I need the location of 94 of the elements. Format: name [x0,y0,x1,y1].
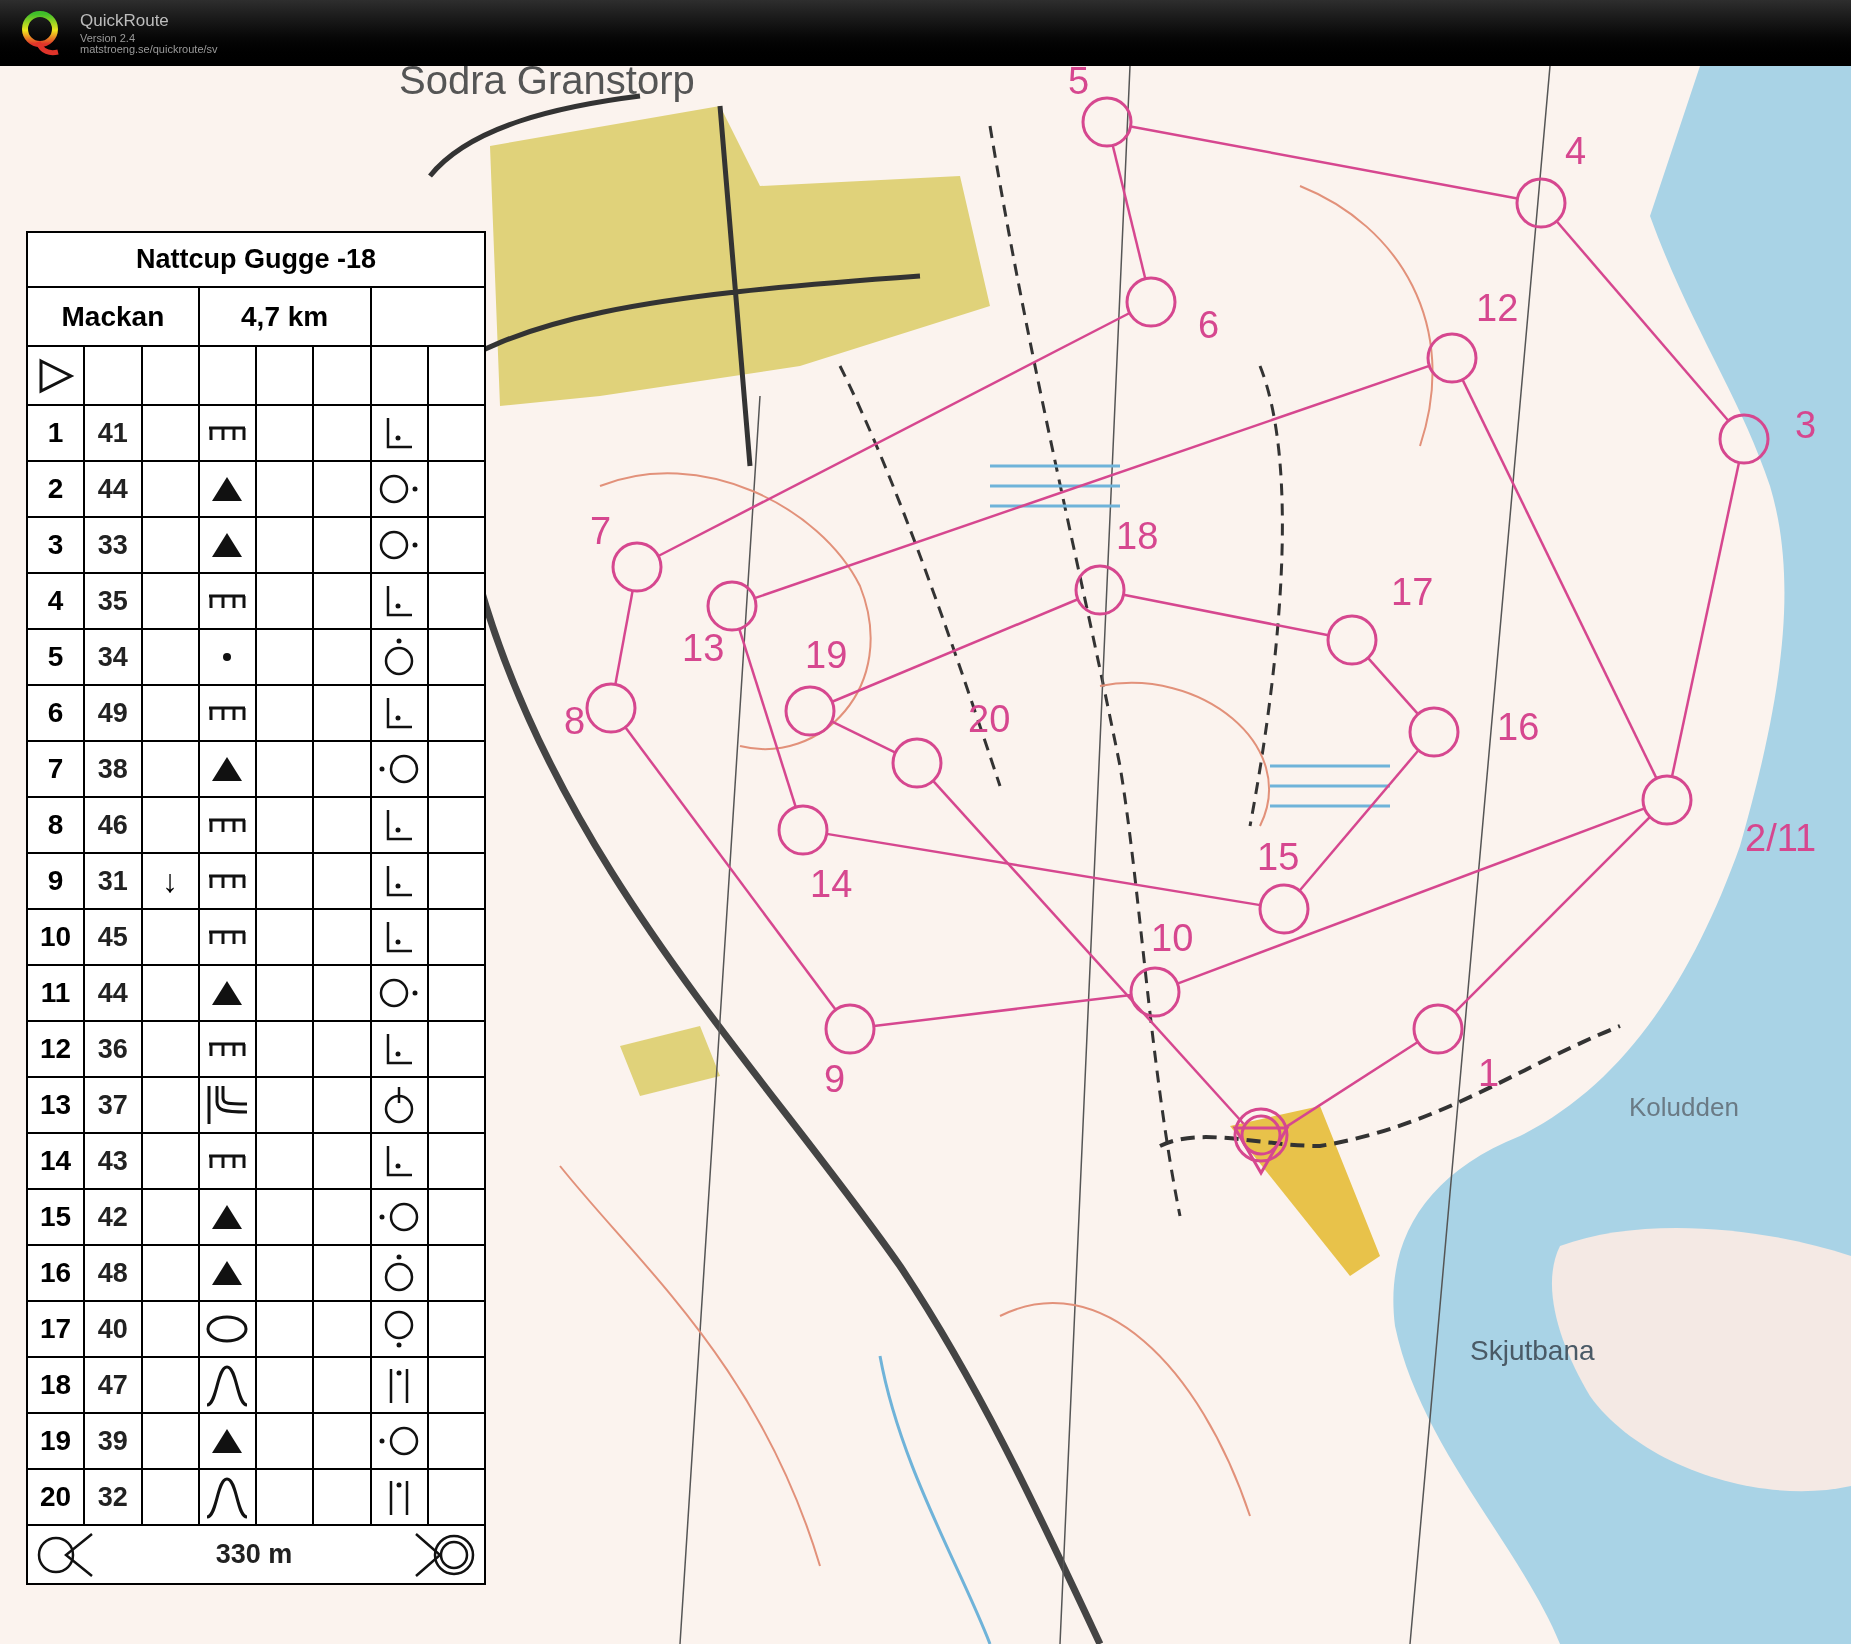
event-title: Nattcup Gugge -18 [28,233,486,288]
control-code: 41 [85,406,143,462]
control-code: 46 [85,798,143,854]
control-number: 10 [1151,917,1194,959]
control-number: 18 [1116,515,1159,557]
control-number: 20 [968,698,1011,740]
control-circle [1258,883,1310,935]
control-code: 48 [85,1246,143,1302]
finish-double-circle-icon [414,1531,476,1578]
control-code: 44 [85,462,143,518]
control-number: 16 [28,1246,86,1302]
control-circle [824,1003,876,1055]
control-circle [784,685,836,737]
control-number: 19 [28,1414,86,1470]
control-number: 1 [1478,1052,1500,1094]
control-circle [611,541,663,593]
control-number: 5 [28,630,86,686]
control-number: 13 [682,627,725,669]
control-number: 7 [590,510,612,552]
control-number: 2/11 [1745,817,1817,859]
control-number: 17 [28,1302,86,1358]
table-cell [142,347,200,406]
control-number: 9 [824,1058,846,1100]
control-number: 9 [28,854,86,910]
app-title: QuickRoute [80,11,170,29]
control-code: 38 [85,742,143,798]
control-code: 47 [85,1358,143,1414]
control-circle [1412,1003,1464,1055]
control-code: 37 [85,1078,143,1134]
control-circle [1081,96,1133,148]
control-number: 6 [1198,304,1220,346]
control-number: 3 [28,518,86,574]
control-code: 40 [85,1302,143,1358]
course-length: 4,7 km [199,288,372,347]
control-code: 42 [85,1190,143,1246]
control-number: 20 [28,1470,86,1526]
control-code: 35 [85,574,143,630]
control-code: 34 [85,630,143,686]
control-circle [1426,332,1478,384]
control-circle [1129,966,1181,1018]
control-circle [1718,413,1770,465]
control-number: 15 [1257,836,1300,878]
control-number: 4 [1565,130,1587,172]
distance-to-finish: 330 m [215,1538,293,1572]
logo-icon [20,8,60,58]
control-circle [1641,774,1693,826]
control-number: 4 [28,574,86,630]
control-circle [706,580,758,632]
control-number: 5 [1068,66,1090,102]
control-circle [777,804,829,856]
control-circle [1515,177,1567,229]
control-circle [1074,564,1126,616]
control-number: 16 [1497,706,1540,748]
control-number: 7 [28,742,86,798]
control-number: 2 [28,462,86,518]
control-number: 12 [1476,287,1519,329]
control-number: 1 [28,406,86,462]
start-triangle [1232,1126,1290,1176]
control-number: 17 [1391,571,1434,613]
table-cell [314,347,372,406]
control-number: 14 [28,1134,86,1190]
app-version: Version 2.4 [80,32,137,44]
control-code: 33 [85,518,143,574]
control-number: 18 [28,1358,86,1414]
control-circle [585,682,637,734]
control-code: 31 [85,854,143,910]
control-code: 45 [85,910,143,966]
control-code: 36 [85,1022,143,1078]
control-number: 6 [28,686,86,742]
control-number: 11 [28,966,86,1022]
control-number: 3 [1795,404,1817,446]
finish-circle [1233,1107,1289,1163]
control-number: 12 [28,1022,86,1078]
control-code: 43 [85,1134,143,1190]
control-to-circle-icon [36,1531,94,1578]
control-code: 39 [85,1414,143,1470]
app-url: matstroeng.se/quickroute/sv [80,43,218,55]
place-name: Koludden [1629,1092,1739,1122]
control-number: 19 [805,634,848,676]
control-number: 13 [28,1078,86,1134]
control-code: 49 [85,686,143,742]
control-code: 44 [85,966,143,1022]
control-number: 14 [810,863,853,905]
control-circle [891,737,943,789]
control-circle [1125,276,1177,328]
control-number: 15 [28,1190,86,1246]
control-number: 8 [564,700,586,742]
control-code: 32 [85,1470,143,1526]
control-number: 10 [28,910,86,966]
table-cell [257,347,315,406]
control-circle [1326,614,1378,666]
control-circle [1408,706,1460,758]
course-name: Mackan [28,288,200,347]
control-number: 8 [28,798,86,854]
